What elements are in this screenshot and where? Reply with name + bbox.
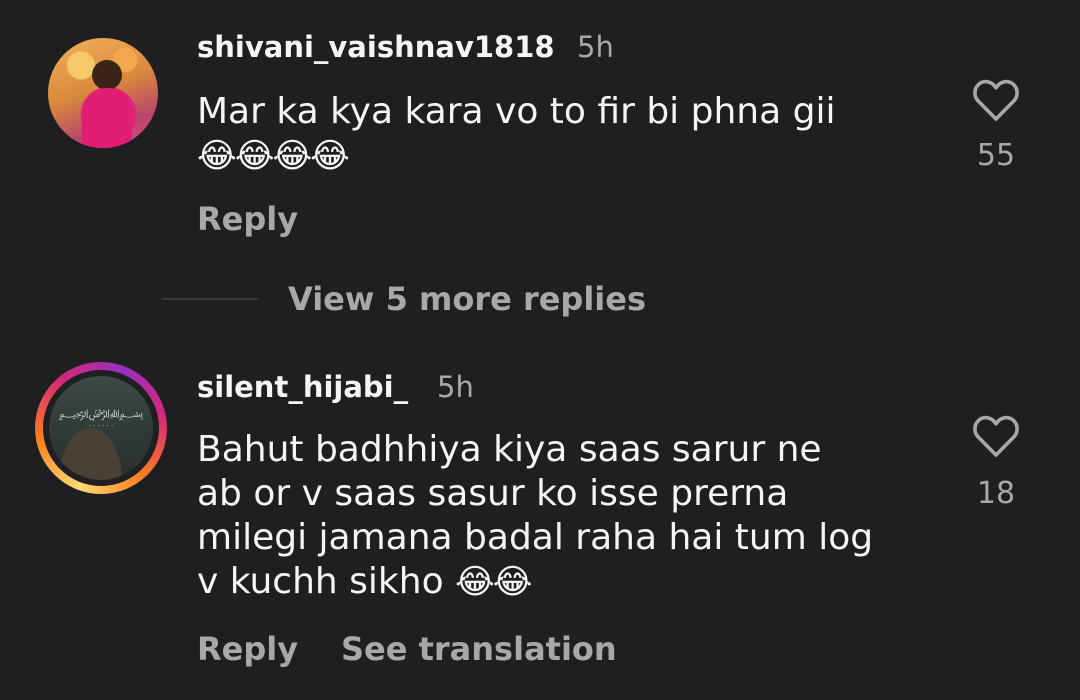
- avatar-dress: [82, 88, 132, 148]
- heart-outline-icon[interactable]: [972, 78, 1020, 122]
- comment-text: Mar ka kya kara vo to fir bi phna gii 😂😂…: [197, 90, 835, 178]
- emoji-laughing: 😂😂😂😂: [197, 136, 350, 176]
- comment-line: Mar ka kya kara vo to fir bi phna gii: [197, 91, 836, 132]
- reply-button[interactable]: Reply: [197, 630, 298, 668]
- comment-line: milegi jamana badal raha hai tum log: [197, 517, 874, 558]
- timestamp: 5h: [437, 370, 474, 404]
- avatar[interactable]: ﷽ · · · · · ·: [49, 376, 153, 480]
- comment-text: Bahut badhhiya kiya saas sarur ne ab or …: [197, 428, 873, 604]
- reply-button[interactable]: Reply: [197, 200, 298, 238]
- timestamp: 5h: [577, 30, 614, 64]
- like-count: 55: [976, 138, 1016, 173]
- like-count: 18: [976, 476, 1016, 511]
- view-more-replies-button[interactable]: View 5 more replies: [288, 280, 646, 318]
- comment-line: v kuchh sikho: [197, 561, 444, 602]
- avatar-figure: [92, 60, 122, 90]
- avatar[interactable]: [48, 38, 158, 148]
- username[interactable]: shivani_vaishnav1818: [197, 30, 555, 64]
- username[interactable]: silent_hijabi_: [197, 370, 408, 404]
- comment-line: Bahut badhhiya kiya saas sarur ne: [197, 429, 822, 470]
- emoji-laughing: 😂😂: [455, 562, 532, 602]
- comment-line: ab or v saas sasur ko isse prerna: [197, 473, 789, 514]
- heart-outline-icon[interactable]: [972, 414, 1020, 458]
- see-translation-button[interactable]: See translation: [341, 630, 617, 668]
- avatar-caption-art: · · · · · ·: [88, 422, 114, 430]
- comment-line-last: v kuchh sikho 😂😂: [197, 560, 873, 604]
- replies-divider: [162, 298, 258, 300]
